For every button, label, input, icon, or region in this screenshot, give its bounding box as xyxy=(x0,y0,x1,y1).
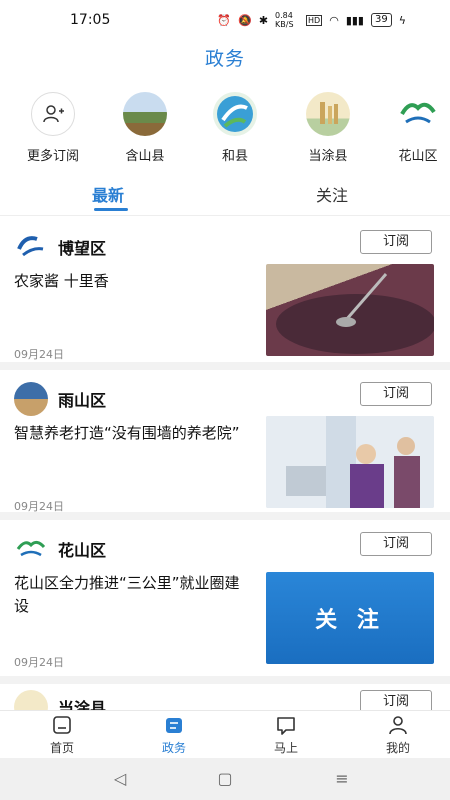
hexian-avatar xyxy=(213,92,257,136)
yushan-avatar xyxy=(14,382,48,416)
news-title[interactable]: 花山区全力推进“三公里”就业圈建设 xyxy=(14,572,244,618)
subscribe-button[interactable]: 订阅 xyxy=(360,382,432,406)
nav-home[interactable]: 首页 xyxy=(22,713,102,756)
subscribe-button[interactable]: 订阅 xyxy=(360,230,432,254)
news-card[interactable]: 花山区 订阅 花山区全力推进“三公里”就业圈建设 09月24日 关 注 xyxy=(0,520,450,684)
nav-label: 首页 xyxy=(49,741,74,755)
charging-icon: ϟ xyxy=(398,13,406,27)
tab-follow[interactable]: 关注 xyxy=(316,182,348,206)
tab-underline xyxy=(94,208,128,211)
subscription-hanshan[interactable]: 含山县 xyxy=(110,92,180,164)
org-name[interactable]: 花山区 xyxy=(58,537,106,561)
home-icon xyxy=(22,713,102,737)
menu-icon[interactable]: ≡ xyxy=(330,768,354,788)
wifi-icon: ◠ xyxy=(329,13,339,27)
huashan-logo xyxy=(14,532,48,566)
news-thumbnail[interactable] xyxy=(266,416,434,508)
nav-mashang[interactable]: 马上 xyxy=(246,713,326,756)
subscribe-button[interactable]: 订阅 xyxy=(360,532,432,556)
subscription-label: 更多订阅 xyxy=(26,149,79,164)
status-bar: 17:05 ⏰ 🔕 ✱ 0.84 KB/S HD ◠ ▮▮▮ 39 ϟ xyxy=(0,0,450,40)
subscription-label: 当涂县 xyxy=(308,149,348,164)
org-name[interactable]: 博望区 xyxy=(58,235,106,259)
subscription-label: 含山县 xyxy=(125,149,165,164)
dangtu-avatar xyxy=(306,92,350,136)
nav-mine[interactable]: 我的 xyxy=(358,713,438,756)
subscription-hexian[interactable]: 和县 xyxy=(200,92,270,164)
net-speed: 0.84 KB/S xyxy=(275,11,294,29)
news-title[interactable]: 农家酱 十里香 xyxy=(14,270,244,293)
hanshan-avatar xyxy=(123,92,167,136)
nav-government[interactable]: 政务 xyxy=(134,713,214,756)
subscription-huashan[interactable]: 花山区 xyxy=(383,92,450,164)
status-time: 17:05 xyxy=(70,12,111,28)
subscription-row: 更多订阅 含山县 和县 当涂县 花山区 xyxy=(0,92,450,164)
nav-label: 马上 xyxy=(273,741,298,755)
bowang-logo xyxy=(14,230,48,264)
government-icon xyxy=(134,713,214,737)
signal-icon: ▮▮▮ xyxy=(345,13,364,27)
news-date: 09月24日 xyxy=(14,656,64,669)
bottom-nav: 首页 政务 马上 我的 xyxy=(0,710,450,758)
news-title[interactable]: 智慧养老打造“没有围墙的养老院” xyxy=(14,422,244,445)
hd-icon: HD xyxy=(306,14,323,26)
nav-label: 我的 xyxy=(385,741,410,755)
news-card[interactable]: 博望区 订阅 农家酱 十里香 09月24日 xyxy=(0,218,450,370)
mute-icon: 🔕 xyxy=(238,13,252,27)
thumbnail-text: 关 注 xyxy=(315,608,385,633)
back-icon[interactable]: ◁ xyxy=(108,768,132,788)
page-title: 政务 xyxy=(204,48,245,70)
news-date: 09月24日 xyxy=(14,348,64,361)
huashan-logo xyxy=(396,92,440,136)
home-button-icon[interactable]: ▢ xyxy=(213,768,237,788)
nav-label: 政务 xyxy=(161,741,186,755)
chat-icon xyxy=(246,713,326,737)
status-icons: ⏰ 🔕 ✱ 0.84 KB/S HD ◠ ▮▮▮ 39 ϟ xyxy=(217,11,406,29)
news-thumbnail[interactable] xyxy=(266,264,434,356)
subscription-more[interactable]: 更多订阅 xyxy=(18,92,88,164)
news-thumbnail[interactable]: 关 注 xyxy=(266,572,434,664)
org-name[interactable]: 雨山区 xyxy=(58,387,106,411)
news-date: 09月24日 xyxy=(14,500,64,513)
subscription-label: 花山区 xyxy=(398,149,438,164)
feed-tabs: 最新 关注 xyxy=(0,176,450,216)
bluetooth-icon: ✱ xyxy=(258,13,269,27)
user-icon xyxy=(358,713,438,737)
add-user-icon xyxy=(31,92,75,136)
subscription-label: 和县 xyxy=(221,149,248,164)
subscription-dangtu[interactable]: 当涂县 xyxy=(293,92,363,164)
alarm-icon: ⏰ xyxy=(217,13,232,27)
system-nav-bar: ◁ ▢ ≡ xyxy=(0,758,450,800)
news-card[interactable]: 雨山区 订阅 智慧养老打造“没有围墙的养老院” 09月24日 xyxy=(0,370,450,520)
battery-icon: 39 xyxy=(371,13,392,27)
tab-latest[interactable]: 最新 xyxy=(92,182,124,206)
